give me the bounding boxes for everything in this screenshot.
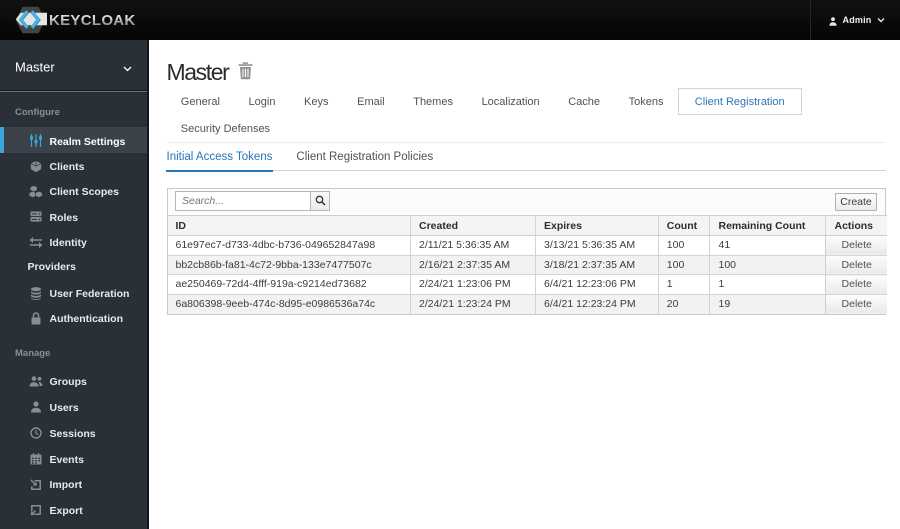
svg-text:KEYCLOAK: KEYCLOAK bbox=[49, 12, 136, 29]
